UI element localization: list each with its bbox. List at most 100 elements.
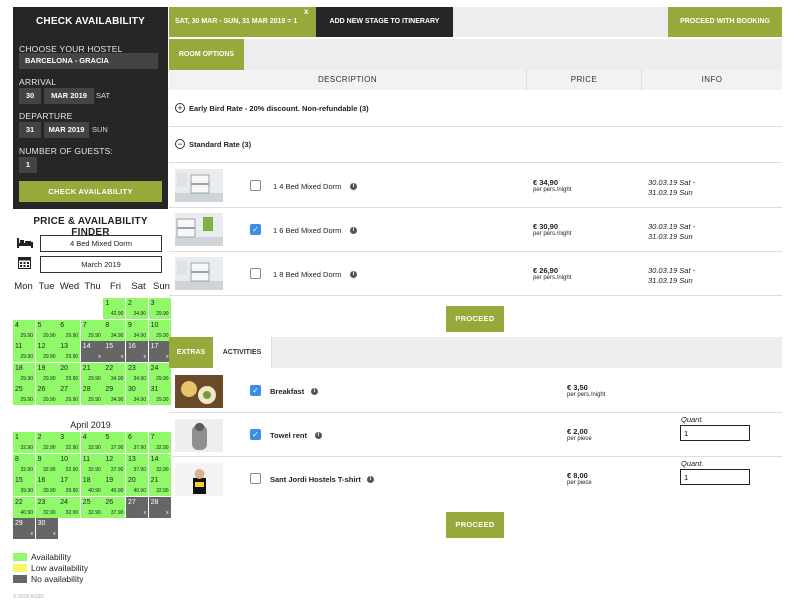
arrival-day-select[interactable]: 30 — [19, 88, 41, 104]
info-icon[interactable]: i — [367, 476, 374, 483]
calendar-day[interactable]: 28 29.90 — [80, 384, 103, 405]
close-stage-icon[interactable]: x — [304, 7, 308, 16]
calendar-day[interactable]: 12 29.90 — [35, 341, 58, 362]
arrival-month-select[interactable]: MAR 2019 — [44, 88, 94, 104]
calendar-day[interactable]: 13 29.90 — [58, 341, 81, 362]
calendar-day[interactable]: 14 32.90 — [148, 453, 171, 475]
calendar-day[interactable]: 6 37.90 — [126, 432, 148, 453]
calendar-day[interactable]: 22 40.90 — [13, 496, 35, 518]
calendar-day[interactable]: 17 39.90 — [58, 475, 81, 496]
extra-checkbox[interactable]: ✓ — [250, 429, 261, 440]
room-checkbox[interactable] — [250, 180, 261, 191]
calendar-day[interactable]: 5 37.90 — [103, 432, 126, 453]
calendar-day[interactable]: 27 x — [126, 496, 148, 518]
calendar-day[interactable]: 11 29.90 — [13, 341, 35, 362]
calendar-day[interactable]: 30 34.90 — [126, 384, 148, 405]
calendar-day[interactable]: 20 29.90 — [58, 362, 81, 384]
calendar-day[interactable]: 23 32.90 — [35, 496, 58, 518]
calendar-day[interactable]: 22 34.90 — [103, 362, 126, 384]
tab-room-options[interactable]: ROOM OPTIONS — [169, 39, 244, 70]
proceed-button[interactable]: PROCEED — [446, 306, 504, 332]
room-type-select[interactable]: 4 Bed Mixed Dorm — [40, 235, 162, 252]
calendar-day[interactable]: 25 32.90 — [80, 496, 103, 518]
info-icon[interactable]: i — [350, 183, 357, 190]
info-icon[interactable]: i — [311, 388, 318, 395]
tab-extras[interactable]: EXTRAS — [169, 337, 213, 368]
calendar-day[interactable]: 31 29.90 — [148, 384, 171, 405]
calendar-day[interactable]: 8 32.90 — [13, 453, 35, 475]
calendar-day[interactable]: 7 29.90 — [80, 319, 103, 341]
extra-checkbox[interactable] — [250, 473, 261, 484]
room-photo — [175, 169, 223, 202]
room-checkbox[interactable] — [250, 268, 261, 279]
calendar-day[interactable]: 5 29.90 — [35, 319, 58, 341]
calendar-day[interactable]: 1 32.90 — [13, 432, 35, 453]
calendar-day[interactable]: 8 34.90 — [103, 319, 126, 341]
calendar-day[interactable]: 6 29.90 — [58, 319, 81, 341]
month-select[interactable]: March 2019 — [40, 256, 162, 273]
calendar-day[interactable]: 4 32.90 — [80, 432, 103, 453]
departure-month-select[interactable]: MAR 2019 — [44, 122, 89, 138]
calendar-day[interactable]: 23 34.90 — [126, 362, 148, 384]
proceed-button-extras[interactable]: PROCEED — [446, 512, 504, 538]
info-icon[interactable]: i — [350, 227, 357, 234]
info-icon[interactable]: i — [315, 432, 322, 439]
calendar-day[interactable]: 24 29.90 — [148, 362, 171, 384]
info-icon[interactable]: i — [350, 271, 357, 278]
calendar-day[interactable]: 9 34.90 — [126, 319, 148, 341]
calendar-day[interactable]: 1 42.90 — [103, 298, 126, 319]
tab-activities[interactable]: ACTIVITIES — [213, 337, 272, 368]
calendar-day[interactable]: 16 39.90 — [35, 475, 58, 496]
proceed-with-booking-button[interactable]: PROCEED WITH BOOKING — [668, 7, 782, 37]
calendar-day[interactable]: 9 32.90 — [35, 453, 58, 475]
calendar-day[interactable]: 10 29.90 — [148, 319, 171, 341]
calendar-day[interactable]: 15 39.90 — [13, 475, 35, 496]
calendar-day[interactable]: 30 x — [35, 518, 58, 539]
calendar-day[interactable]: 18 29.90 — [13, 362, 35, 384]
calendar-day[interactable]: 17 x — [148, 341, 171, 362]
guests-select[interactable]: 1 — [19, 157, 37, 173]
calendar-day[interactable]: 27 29.90 — [58, 384, 81, 405]
calendar-day[interactable]: 29 x — [13, 518, 35, 539]
calendar-day[interactable]: 24 32.90 — [58, 496, 81, 518]
rate-standard[interactable]: Standard Rate (3) — [189, 140, 251, 149]
hostel-select[interactable]: BARCELONA - GRACIA — [19, 53, 158, 69]
calendar-day[interactable]: 3 32.90 — [58, 432, 81, 453]
calendar-day[interactable]: 16 x — [126, 341, 148, 362]
itinerary-stage-tab[interactable]: SAT, 30 MAR - SUN, 31 MAR 2019 = 1 — [169, 7, 316, 37]
calendar-day[interactable]: 12 37.90 — [103, 453, 126, 475]
calendar-day[interactable]: 7 32.90 — [148, 432, 171, 453]
calendar-day[interactable]: 20 40.90 — [126, 475, 148, 496]
extra-checkbox[interactable]: ✓ — [250, 385, 261, 396]
rate-early-bird[interactable]: Early Bird Rate - 20% discount. Non-refu… — [189, 104, 369, 113]
calendar-day[interactable]: 2 32.90 — [35, 432, 58, 453]
calendar-day[interactable]: 18 40.90 — [80, 475, 103, 496]
quantity-input[interactable] — [680, 469, 750, 485]
add-stage-button[interactable]: ADD NEW STAGE TO ITINERARY — [316, 7, 453, 37]
collapse-rate-icon[interactable]: − — [175, 139, 185, 149]
quantity-input[interactable] — [680, 425, 750, 441]
calendar-day[interactable]: 19 29.90 — [35, 362, 58, 384]
calendar-day[interactable]: 4 29.90 — [13, 319, 35, 341]
calendar-day[interactable]: 28 x — [148, 496, 171, 518]
calendar-day[interactable]: 25 29.90 — [13, 384, 35, 405]
room-checkbox[interactable]: ✓ — [250, 224, 261, 235]
calendar-day[interactable]: 14 x — [80, 341, 103, 362]
calendar-day[interactable]: 19 40.90 — [103, 475, 126, 496]
day-price: 29.90 — [156, 397, 169, 403]
calendar-day[interactable]: 2 34.90 — [126, 298, 148, 319]
calendar-day[interactable]: 21 32.90 — [148, 475, 171, 496]
calendar-day[interactable]: 21 29.90 — [80, 362, 103, 384]
room-photo — [175, 257, 223, 290]
calendar-day[interactable]: 15 x — [103, 341, 126, 362]
calendar-day[interactable]: 26 29.90 — [35, 384, 58, 405]
check-availability-button[interactable]: CHECK AVAILABILITY — [19, 181, 162, 202]
departure-day-select[interactable]: 31 — [19, 122, 41, 138]
calendar-day[interactable]: 10 32.90 — [58, 453, 81, 475]
expand-rate-icon[interactable]: + — [175, 103, 185, 113]
calendar-day[interactable]: 11 32.90 — [80, 453, 103, 475]
calendar-day[interactable]: 3 29.90 — [148, 298, 171, 319]
calendar-day[interactable]: 26 37.90 — [103, 496, 126, 518]
calendar-day[interactable]: 29 34.90 — [103, 384, 126, 405]
calendar-day[interactable]: 13 37.90 — [126, 453, 148, 475]
